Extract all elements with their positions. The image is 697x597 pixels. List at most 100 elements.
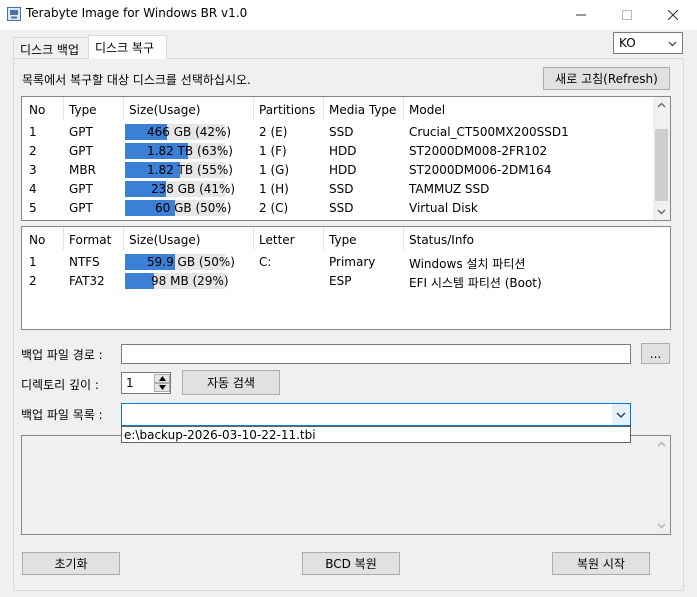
refresh-button[interactable]: 새로 고침(Refresh) — [543, 67, 670, 90]
disk-partitions: 1 (G) — [259, 163, 290, 177]
disk-partitions: 2 (C) — [259, 201, 289, 215]
partition-format: FAT32 — [69, 274, 105, 288]
language-select[interactable]: KO — [613, 32, 683, 54]
disk-partitions: 1 (H) — [259, 182, 289, 196]
disk-list[interactable]: No Type Size(Usage) Partitions Media Typ… — [21, 96, 671, 221]
disk-no: 2 — [29, 144, 37, 158]
column-header-letter[interactable]: Letter — [259, 233, 295, 247]
column-header-model[interactable]: Model — [409, 103, 445, 117]
disk-media-type: HDD — [329, 144, 357, 158]
column-header-format[interactable]: Format — [69, 233, 111, 247]
scroll-down-button[interactable] — [653, 517, 670, 534]
disk-list-scrollbar[interactable] — [653, 97, 670, 220]
tab-disk-restore[interactable]: 디스크 복구 — [88, 35, 167, 59]
disk-no: 3 — [29, 163, 37, 177]
disk-no: 4 — [29, 182, 37, 196]
close-icon — [668, 10, 678, 20]
usage-bar: 1.82 TB (55%) — [125, 162, 233, 178]
partition-format: NTFS — [69, 255, 100, 269]
partition-list[interactable]: No Format Size(Usage) Letter Type Status… — [21, 226, 671, 330]
caret-down-icon — [158, 385, 166, 390]
partition-no: 1 — [29, 255, 37, 269]
table-row[interactable]: 1 NTFS 59.9 GB (50%) C: Primary Windows … — [22, 252, 670, 271]
backup-list-dropdown: e:\backup-2026-03-10-22-11.tbi — [121, 426, 631, 443]
scroll-thumb[interactable] — [655, 129, 668, 201]
table-row[interactable]: 5 GPT 60 GB (50%) 2 (C) SSD Virtual Disk — [22, 198, 654, 217]
disk-list-header: No Type Size(Usage) Partitions Media Typ… — [22, 97, 670, 121]
scroll-up-button[interactable] — [653, 97, 670, 114]
title-bar: Terabyte Image for Windows BR v1.0 — [0, 0, 697, 30]
usage-bar: 60 GB (50%) — [125, 200, 232, 216]
browse-button[interactable]: ... — [641, 343, 670, 364]
tab-disk-backup[interactable]: 디스크 백업 — [13, 37, 89, 58]
backup-list-label: 백업 파일 목록 : — [21, 408, 103, 422]
column-header-size[interactable]: Size(Usage) — [129, 103, 200, 117]
column-header-no[interactable]: No — [29, 103, 45, 117]
column-header-size[interactable]: Size(Usage) — [129, 233, 200, 247]
partition-status: Windows 설치 파티션 — [409, 257, 526, 271]
table-row[interactable]: 1 GPT 466 GB (42%) 2 (E) SSD Crucial_CT5… — [22, 122, 654, 141]
directory-depth-value: 1 — [126, 376, 134, 390]
disk-model: TAMMUZ SSD — [409, 182, 490, 196]
column-header-partitions[interactable]: Partitions — [259, 103, 315, 117]
minimize-button[interactable] — [558, 0, 604, 30]
language-select-value: KO — [619, 36, 636, 50]
table-row[interactable]: 3 MBR 1.82 TB (55%) 1 (G) HDD ST2000DM00… — [22, 160, 654, 179]
usage-text: 466 GB (42%) — [147, 125, 232, 139]
scroll-down-button[interactable] — [653, 203, 670, 220]
table-row[interactable]: 4 GPT 238 GB (41%) 1 (H) SSD TAMMUZ SSD — [22, 179, 654, 198]
chevron-up-icon — [657, 102, 666, 108]
column-header-status[interactable]: Status/Info — [409, 233, 474, 247]
column-header-no[interactable]: No — [29, 233, 45, 247]
backup-path-input[interactable] — [121, 344, 631, 364]
chevron-down-icon — [657, 209, 666, 215]
usage-text: 1.82 TB (55%) — [147, 163, 233, 177]
close-button[interactable] — [650, 0, 696, 30]
column-header-media-type[interactable]: Media Type — [329, 103, 396, 117]
spin-down-button[interactable] — [154, 383, 170, 392]
backup-list-dropdown-button[interactable] — [612, 404, 630, 425]
usage-text: 1.82 TB (63%) — [147, 144, 233, 158]
usage-bar: 466 GB (42%) — [125, 124, 231, 140]
usage-bar: 1.82 TB (63%) — [125, 143, 233, 159]
scroll-up-button[interactable] — [653, 436, 670, 453]
chevron-down-icon — [668, 41, 677, 47]
usage-bar: 59.9 GB (50%) — [125, 254, 235, 270]
disk-type: GPT — [69, 144, 93, 158]
instruction-text: 목록에서 복구할 대상 디스크를 선택하십시오. — [22, 73, 251, 87]
table-row[interactable]: 2 FAT32 98 MB (29%) ESP EFI 시스템 파티션 (Boo… — [22, 271, 670, 290]
partition-no: 2 — [29, 274, 37, 288]
auto-search-button[interactable]: 자동 검색 — [182, 370, 280, 395]
disk-no: 1 — [29, 125, 37, 139]
spin-up-button[interactable] — [154, 374, 170, 383]
start-restore-button[interactable]: 복원 시작 — [552, 552, 650, 575]
info-area — [21, 435, 671, 535]
minimize-icon — [576, 14, 586, 16]
backup-list-option[interactable]: e:\backup-2026-03-10-22-11.tbi — [123, 428, 629, 442]
usage-text: 238 GB (41%) — [151, 182, 236, 196]
partition-letter: C: — [259, 255, 272, 269]
disk-model: Virtual Disk — [409, 201, 478, 215]
usage-text: 60 GB (50%) — [155, 201, 232, 215]
chevron-up-icon — [657, 441, 666, 447]
partition-list-header: No Format Size(Usage) Letter Type Status… — [22, 227, 670, 251]
table-row[interactable]: 2 GPT 1.82 TB (63%) 1 (F) HDD ST2000DM00… — [22, 141, 654, 160]
directory-depth-label: 디렉토리 깊이 : — [21, 378, 99, 392]
column-header-type[interactable]: Type — [69, 103, 97, 117]
chevron-down-icon — [657, 523, 666, 529]
disk-type: GPT — [69, 125, 93, 139]
disk-media-type: SSD — [329, 182, 354, 196]
directory-depth-stepper[interactable]: 1 — [121, 372, 171, 394]
disk-media-type: SSD — [329, 125, 354, 139]
disk-type: MBR — [69, 163, 96, 177]
reset-button[interactable]: 초기화 — [22, 552, 120, 575]
bcd-restore-button[interactable]: BCD 복원 — [302, 552, 400, 575]
disk-partitions: 1 (F) — [259, 144, 287, 158]
backup-list-combo[interactable] — [121, 403, 631, 426]
maximize-icon — [622, 10, 632, 20]
disk-no: 5 — [29, 201, 37, 215]
disk-type: GPT — [69, 201, 93, 215]
info-area-scrollbar[interactable] — [653, 436, 670, 534]
column-header-type[interactable]: Type — [329, 233, 357, 247]
maximize-button[interactable] — [604, 0, 650, 30]
